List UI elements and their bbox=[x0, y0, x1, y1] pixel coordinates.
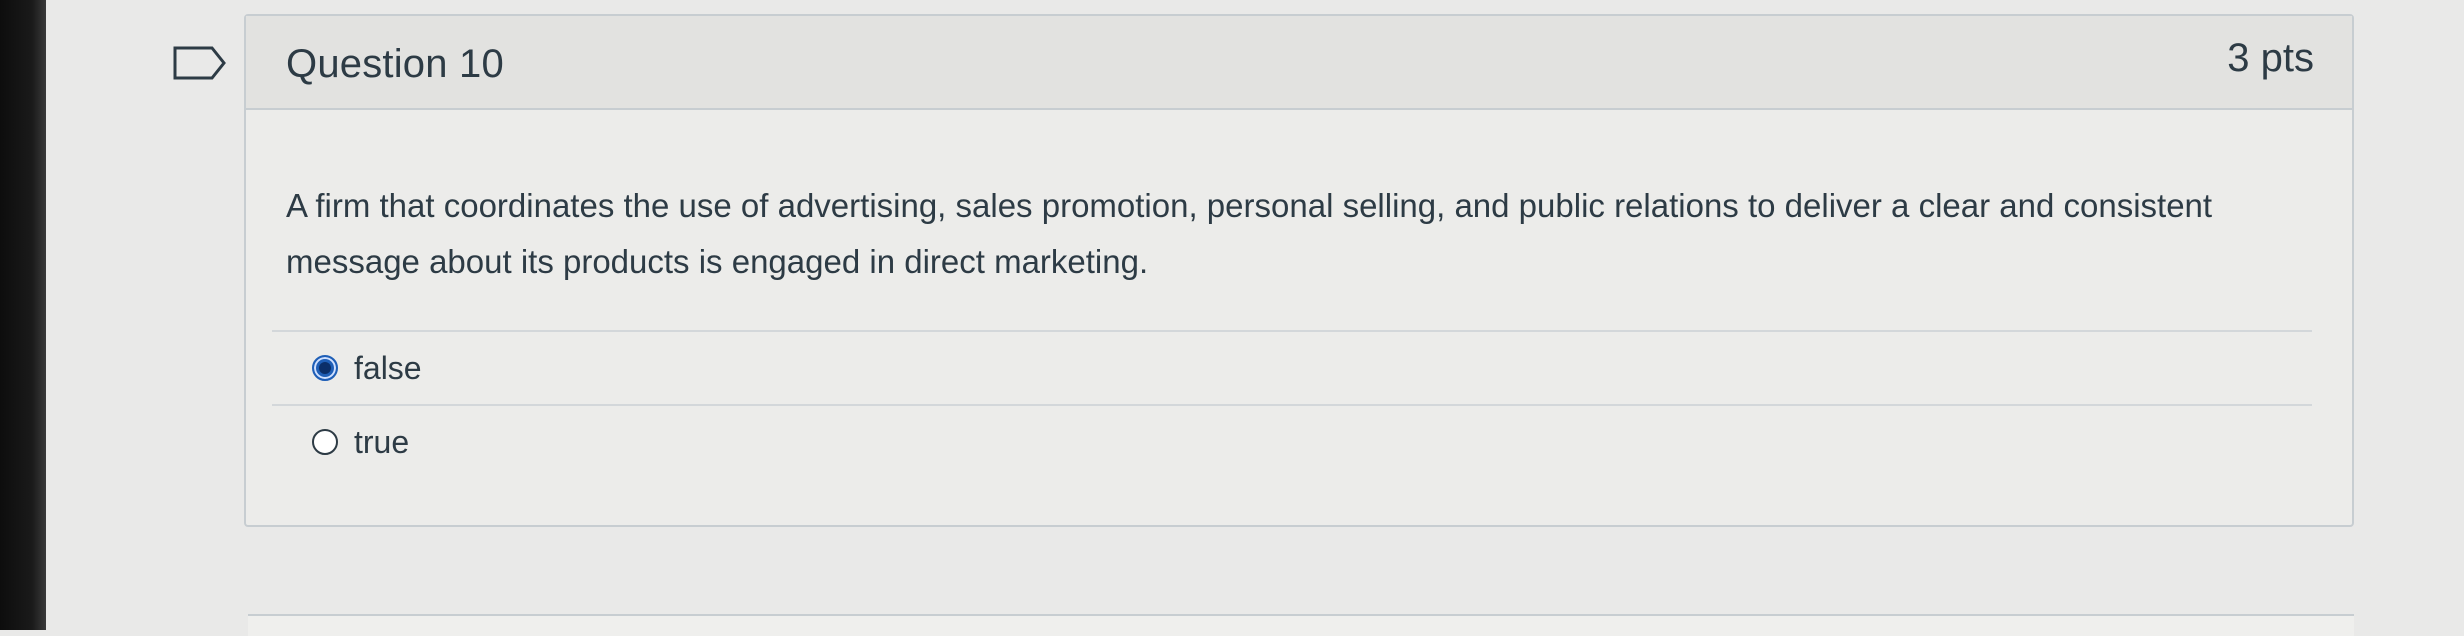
answer-list: false true bbox=[272, 330, 2312, 478]
question-text: A firm that coordinates the use of adver… bbox=[286, 187, 2213, 280]
question-points: 3 pts bbox=[2227, 36, 2314, 80]
answer-label: false bbox=[354, 349, 422, 386]
flag-icon[interactable] bbox=[172, 44, 228, 82]
radio-button[interactable] bbox=[312, 429, 338, 455]
radio-button-selected[interactable] bbox=[312, 355, 338, 381]
next-question-card-edge bbox=[248, 614, 2354, 636]
question-header: Question 10 3 pts bbox=[246, 16, 2352, 110]
screen-left-edge bbox=[0, 0, 46, 630]
answer-label: true bbox=[354, 423, 410, 460]
question-card: Question 10 3 pts A firm that coordinate… bbox=[244, 14, 2354, 527]
answer-option-true[interactable]: true bbox=[272, 406, 2312, 478]
question-title: Question 10 bbox=[286, 42, 504, 86]
answer-option-false[interactable]: false bbox=[272, 332, 2312, 404]
